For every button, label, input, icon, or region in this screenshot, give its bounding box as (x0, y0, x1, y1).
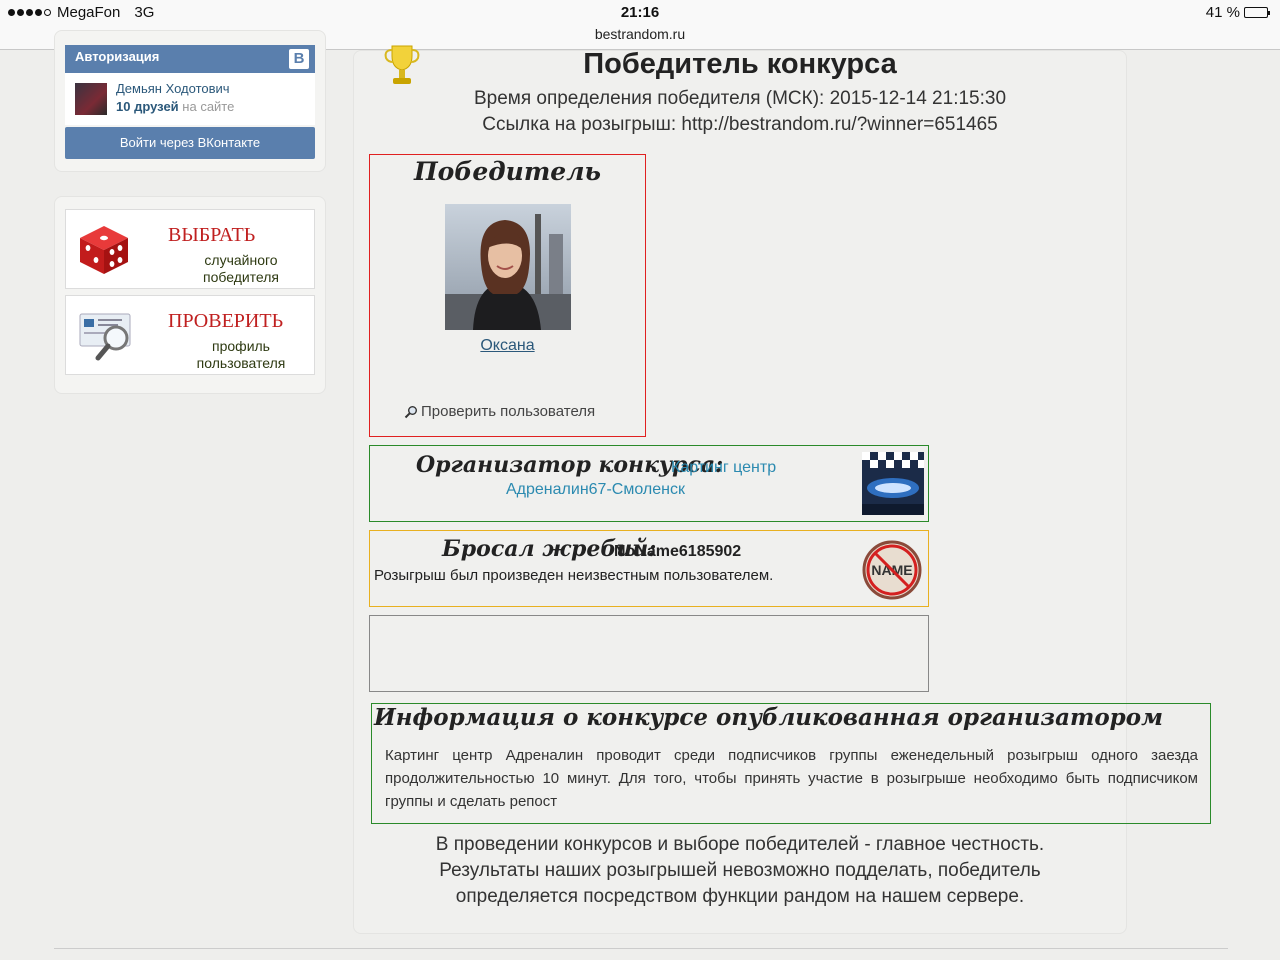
tool-subtitle-line: победителя (202, 269, 280, 285)
contest-info-card: Информация о конкурсе опубликованная орг… (371, 703, 1211, 824)
magnifier-icon (79, 313, 131, 361)
search-icon (404, 405, 417, 418)
tools-panel: ВЫБРАТЬ случайного победителя ПРОВЕРИТЬ … (54, 196, 326, 394)
honesty-line: В проведении конкурсов и выборе победите… (435, 834, 1045, 855)
draw-note: Розыгрыш был произведен неизвестным поль… (374, 567, 774, 584)
auth-title: Авторизация (75, 49, 160, 64)
honesty-statement: В проведении конкурсов и выборе победите… (353, 832, 1127, 910)
friends-suffix: на сайте (182, 99, 235, 114)
contest-info-text: Картинг центр Адреналин проводит среди п… (385, 747, 1198, 810)
tool-title: ВЫБРАТЬ (168, 224, 256, 246)
no-name-icon: NAME (862, 540, 922, 600)
auth-user-card: Демьян Ходотович 10 друзей на сайте (65, 73, 315, 125)
clock: 21:16 (620, 4, 660, 21)
friends-count: 10 друзей (116, 99, 179, 114)
auth-panel: Авторизация В Демьян Ходотович 10 друзей… (54, 30, 326, 172)
winner-time: Время определения победителя (МСК): 2015… (473, 88, 1007, 109)
battery-icon (1244, 7, 1270, 18)
tool-subtitle-line: профиль (212, 338, 270, 354)
tool-title: ПРОВЕРИТЬ (168, 310, 284, 332)
battery-indicator: 41 % (1205, 4, 1270, 21)
honesty-line: Результаты наших розыгрышей невозможно п… (439, 860, 1041, 881)
avatar[interactable] (75, 83, 107, 115)
auth-header: Авторизация В (65, 45, 315, 73)
honesty-line: определяется посредством функции рандом … (455, 886, 1025, 907)
battery-percent: 41 % (1205, 4, 1240, 21)
winner-heading: Победитель (414, 157, 601, 186)
organizer-logo[interactable] (862, 452, 924, 515)
auth-user-name[interactable]: Демьян Ходотович (116, 81, 230, 96)
check-user-link[interactable]: Проверить пользователя (404, 403, 595, 420)
empty-frame (369, 615, 929, 692)
organizer-name-link[interactable]: Картинг центр (671, 459, 776, 477)
organizer-card: Организатор конкурса: Картинг центр Адре… (369, 445, 929, 522)
footer-divider (54, 948, 1228, 949)
organizer-name-link[interactable]: Адреналин67-Смоленск (506, 481, 685, 499)
check-user-label: Проверить пользователя (421, 403, 596, 420)
auth-friends-info: 10 друзей на сайте (116, 99, 234, 114)
tool-subtitle: случайного победителя (186, 252, 296, 286)
draw-card: Бросал жребий: NoName6185902 Розыгрыш бы… (369, 530, 929, 607)
contest-info-heading: Информация о конкурсе опубликованная орг… (374, 704, 1163, 731)
vk-login-button[interactable]: Войти через ВКонтакте (65, 127, 315, 159)
winner-card: Победитель Оксана Проверить пользователя (369, 154, 646, 437)
pick-random-winner-button[interactable]: ВЫБРАТЬ случайного победителя (65, 209, 315, 289)
vk-logo-icon: В (289, 49, 309, 69)
tool-subtitle-line: пользователя (196, 355, 286, 371)
page-title: Победитель конкурса (583, 48, 897, 80)
draw-link[interactable]: Ссылка на розыгрыш: http://bestrandom.ru… (353, 114, 1127, 136)
dice-icon (80, 226, 128, 274)
winner-name-link[interactable]: Оксана (370, 337, 645, 355)
draw-user-name: NoName6185902 (614, 543, 742, 560)
tool-subtitle-line: случайного (204, 252, 278, 268)
winner-photo[interactable] (445, 204, 571, 330)
check-profile-button[interactable]: ПРОВЕРИТЬ профиль пользователя (65, 295, 315, 375)
tool-subtitle: профиль пользователя (186, 338, 296, 372)
